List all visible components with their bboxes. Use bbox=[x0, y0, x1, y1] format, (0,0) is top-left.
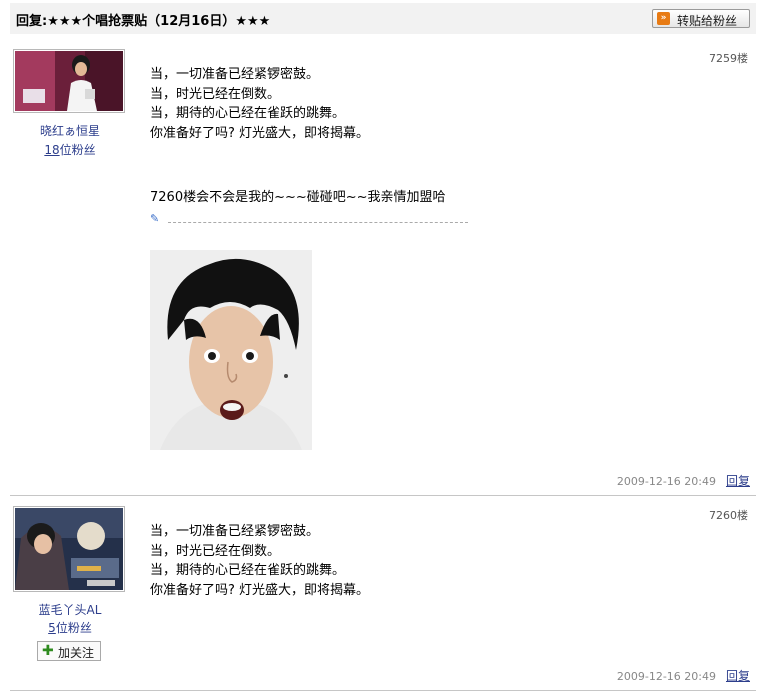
dashed-line bbox=[168, 222, 468, 223]
post-content: 当，一切准备已经紧锣密鼓。 当，时光已经在倒数。 当，期待的心已经在雀跃的跳舞。… bbox=[150, 522, 369, 600]
thread-title: 回复:★★★个唱抢票贴（12月16日）★★★ bbox=[16, 14, 271, 29]
fans-number[interactable]: 5 bbox=[48, 621, 56, 635]
content-line: 当，期待的心已经在雀跃的跳舞。 bbox=[150, 106, 346, 121]
reply-link[interactable]: 回复 bbox=[726, 474, 750, 488]
pencil-icon: ✎ bbox=[150, 212, 160, 225]
post-signature-text: 7260楼会不会是我的~~~碰碰吧~~我亲情加盟哈 bbox=[150, 190, 446, 205]
content-line: 你准备好了吗? 灯光盛大，即将揭幕。 bbox=[150, 125, 370, 141]
avatar[interactable] bbox=[13, 506, 125, 592]
post-content: 当，一切准备已经紧锣密鼓。 当，时光已经在倒数。 当，期待的心已经在雀跃的跳舞。… bbox=[150, 65, 369, 143]
content-line: 当，一切准备已经紧锣密鼓。 bbox=[150, 67, 320, 82]
username[interactable]: 晓红ぁ恒星 bbox=[10, 122, 130, 139]
floor-number: 7259楼 bbox=[709, 52, 748, 65]
content-line: 当，一切准备已经紧锣密鼓。 bbox=[150, 524, 320, 539]
content-line: 当，期待的心已经在雀跃的跳舞。 bbox=[150, 563, 346, 578]
reply-link[interactable]: 回复 bbox=[726, 669, 750, 683]
thread-header: 回复:★★★个唱抢票贴（12月16日）★★★ » 转贴给粉丝 bbox=[10, 3, 756, 34]
fans-suffix: 位粉丝 bbox=[59, 143, 96, 157]
post-7259: 晓红ぁ恒星 18位粉丝 7259楼 当，一切准备已经紧锣密鼓。 当，时光已经在倒… bbox=[10, 40, 756, 496]
content-line: 你准备好了吗? 灯光盛大，即将揭幕。 bbox=[150, 582, 370, 598]
post-timestamp: 2009-12-16 20:49 bbox=[616, 670, 716, 683]
forward-to-fans-button[interactable]: » 转贴给粉丝 bbox=[652, 9, 750, 28]
content-line: 当，时光已经在倒数。 bbox=[150, 543, 281, 559]
fans-count[interactable]: 18位粉丝 bbox=[10, 141, 130, 158]
follow-button[interactable]: ✚ 加关注 bbox=[37, 641, 101, 661]
content-line: 当，时光已经在倒数。 bbox=[150, 86, 281, 102]
follow-label: 加关注 bbox=[58, 646, 95, 660]
avatar[interactable] bbox=[13, 49, 125, 113]
post-meta: 2009-12-16 20:49 回复 bbox=[617, 667, 750, 684]
signature-divider: ✎ bbox=[150, 212, 468, 225]
fans-count[interactable]: 5位粉丝 bbox=[10, 619, 130, 636]
fans-suffix: 位粉丝 bbox=[55, 621, 92, 635]
post-7260: 蓝毛丫头AL 5位粉丝 ✚ 加关注 7260楼 当，一切准备已经紧锣密鼓。 当，… bbox=[10, 497, 756, 691]
floor-number: 7260楼 bbox=[709, 509, 748, 522]
avatar-image bbox=[15, 508, 123, 590]
post-meta: 2009-12-16 20:49 回复 bbox=[617, 472, 750, 489]
post-timestamp: 2009-12-16 20:49 bbox=[616, 475, 716, 488]
plus-icon: ✚ bbox=[42, 643, 54, 659]
fans-number[interactable]: 18 bbox=[44, 143, 59, 157]
portrait-image bbox=[150, 250, 312, 450]
post-image[interactable] bbox=[150, 250, 312, 450]
username[interactable]: 蓝毛丫头AL bbox=[10, 601, 130, 618]
forward-icon: » bbox=[657, 12, 670, 25]
forward-label: 转贴给粉丝 bbox=[677, 14, 738, 28]
avatar-image bbox=[15, 51, 123, 111]
